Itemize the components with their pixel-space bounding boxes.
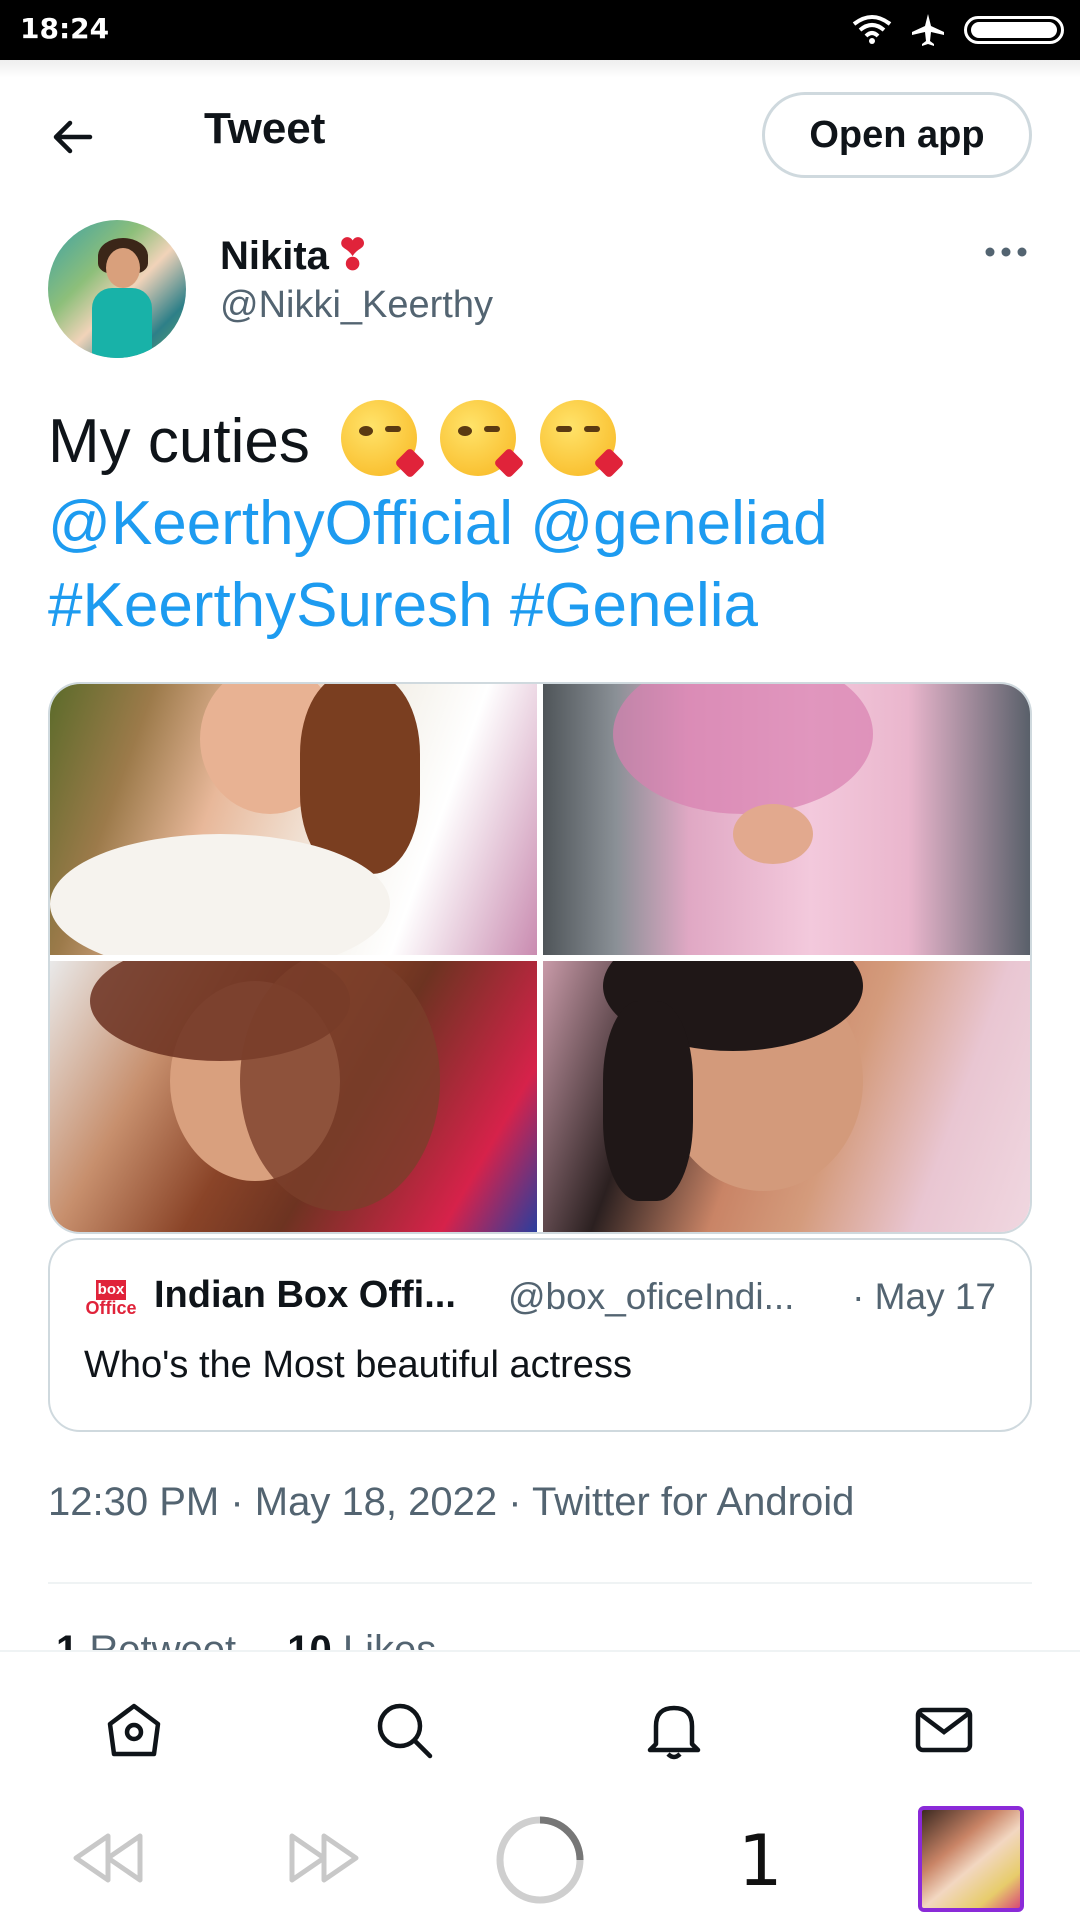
tweet-body: My cuties (48, 407, 310, 476)
tweet-timestamp: 12:30 PM · May 18, 2022 · Twitter for An… (48, 1480, 855, 1524)
tabs-count[interactable]: 1 (738, 1820, 783, 1902)
notifications-bell-icon[interactable] (642, 1698, 706, 1762)
smiling-face-with-hearts-emoji (539, 400, 625, 479)
media-photo[interactable] (543, 684, 1030, 955)
open-app-button[interactable]: Open app (762, 92, 1032, 178)
media-photo[interactable] (50, 684, 537, 955)
media-photo[interactable] (50, 961, 537, 1232)
author-name[interactable]: Nikita ❣ (220, 230, 370, 279)
top-bar: Tweet Open app (0, 60, 1080, 190)
loading-spinner-icon[interactable] (494, 1814, 586, 1906)
page-title: Tweet (204, 104, 326, 153)
battery-icon (964, 16, 1064, 44)
quoted-date: · May 17 (852, 1276, 996, 1317)
back-arrow-icon[interactable] (48, 112, 98, 162)
quoted-text: Who's the Most beautiful actress (84, 1344, 632, 1386)
tweet-media-grid (48, 682, 1032, 1234)
box-office-logo: box Office (85, 1280, 137, 1318)
airplane-mode-icon (912, 14, 944, 46)
media-photo[interactable] (543, 961, 1030, 1232)
browser-toolbar: 1 (0, 1800, 1080, 1920)
mention-link[interactable]: @KeerthyOfficial (48, 489, 513, 558)
quoted-tweet[interactable]: box Office Indian Box Offi... @box_ofice… (48, 1238, 1032, 1432)
mention-link[interactable]: @geneliad (530, 489, 827, 558)
author-handle[interactable]: @Nikki_Keerthy (220, 284, 493, 327)
bottom-navigation (0, 1650, 1080, 1802)
tab-thumbnail[interactable] (918, 1806, 1024, 1912)
wifi-icon (852, 15, 892, 44)
search-icon[interactable] (372, 1698, 436, 1762)
more-options-icon[interactable] (984, 246, 1028, 258)
back-icon[interactable] (70, 1828, 146, 1888)
tweet-author: Nikita ❣ @Nikki_Keerthy (48, 220, 1032, 360)
quoted-author-handle: @box_oficeIndi... (508, 1276, 795, 1317)
quoted-author-name: Indian Box Offi... (154, 1274, 456, 1316)
status-bar: 18:24 (0, 0, 1080, 60)
status-time: 18:24 (20, 12, 110, 45)
home-icon[interactable] (102, 1698, 166, 1762)
forward-icon[interactable] (286, 1828, 362, 1888)
hashtag-link[interactable]: #Genelia (510, 571, 758, 640)
tweet-text: My cuties @KeerthyOfficial @geneliad #Ke… (48, 400, 1032, 647)
heart-exclamation-emoji: ❣ (334, 231, 371, 278)
kissing-face-emoji (440, 400, 525, 479)
messages-envelope-icon[interactable] (912, 1698, 976, 1762)
avatar[interactable] (48, 220, 186, 358)
kissing-face-emoji (341, 400, 426, 479)
status-icons (852, 12, 1064, 48)
hashtag-link[interactable]: #KeerthySuresh (48, 571, 493, 640)
divider (48, 1582, 1032, 1584)
